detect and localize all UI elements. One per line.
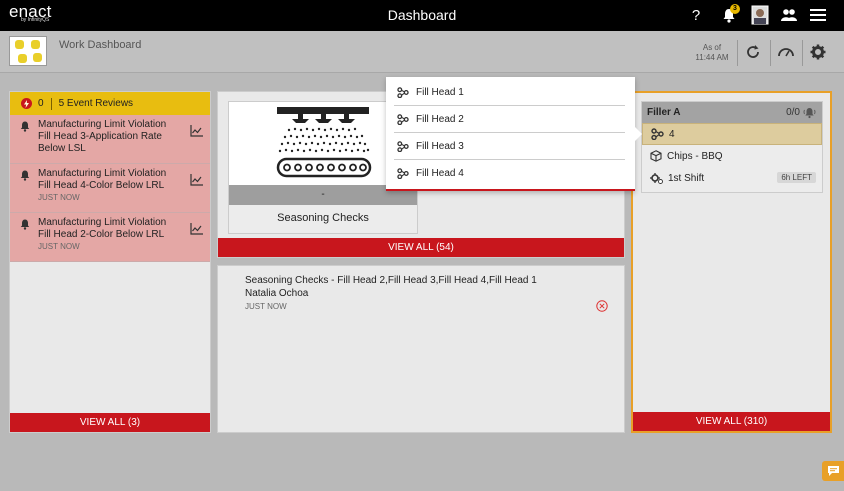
as-of-label: As of — [702, 43, 722, 52]
divider — [802, 40, 803, 66]
event-item[interactable]: Manufacturing Limit Violation Fill Head … — [10, 164, 210, 213]
chart-line-icon[interactable] — [190, 174, 204, 190]
users-group-icon[interactable] — [779, 5, 799, 25]
bell-icon — [20, 170, 30, 185]
event-title: Manufacturing Limit Violation — [38, 168, 167, 179]
filler-part-label: Chips - BBQ — [667, 150, 723, 162]
divider — [770, 40, 771, 66]
settings-gear-icon[interactable] — [810, 44, 828, 62]
events-view-all-button[interactable]: VIEW ALL (3) — [10, 413, 210, 432]
speedometer-icon[interactable] — [777, 44, 795, 62]
event-time: JUST NOW — [38, 193, 80, 202]
message-title: Seasoning Checks - Fill Head 2,Fill Head… — [245, 275, 537, 286]
checks-view-all-button[interactable]: VIEW ALL (54) — [218, 238, 624, 257]
chart-line-icon[interactable] — [190, 223, 204, 239]
filler-panel: Filler A 0/0 4 Chips - BBQ 1st Shift 6h … — [631, 91, 832, 433]
app-title: Dashboard — [387, 7, 457, 23]
event-title: Manufacturing Limit Violation — [38, 217, 167, 228]
event-characteristic: Fill Head 3-Application Rate — [38, 131, 162, 142]
process-icon — [397, 168, 409, 179]
dashboard-title: Work Dashboard — [59, 39, 142, 51]
dropdown-item-fill-head-3[interactable]: Fill Head 3 — [394, 133, 625, 160]
dropdown-item-fill-head-1[interactable]: Fill Head 1 — [394, 79, 625, 106]
chart-line-icon[interactable] — [190, 125, 204, 141]
event-characteristic: Fill Head 4-Color — [38, 180, 114, 191]
divider — [737, 40, 738, 66]
event-detail: Fill Head 4-Color Below LRL — [38, 180, 210, 192]
shift-gear-icon — [650, 173, 663, 184]
events-header[interactable]: 0 5 Event Reviews — [10, 92, 210, 115]
filler-shift-label: 1st Shift — [668, 172, 705, 184]
event-title: Manufacturing Limit Violation — [38, 119, 167, 130]
help-icon[interactable]: ? — [686, 5, 706, 25]
filler-part-row[interactable]: Chips - BBQ — [642, 145, 822, 167]
event-item[interactable]: Manufacturing Limit Violation Fill Head … — [10, 115, 210, 164]
event-violation: Below LSL — [38, 143, 86, 154]
dashboard-thumbnail[interactable] — [9, 36, 47, 66]
dropdown-item-label: Fill Head 3 — [416, 140, 464, 152]
event-item[interactable]: Manufacturing Limit Violation Fill Head … — [10, 213, 210, 262]
filler-header: Filler A 0/0 — [642, 102, 822, 123]
filler-shift-row[interactable]: 1st Shift 6h LEFT — [642, 167, 822, 189]
notification-count-badge: 3 — [730, 4, 740, 14]
message-item[interactable]: Seasoning Checks - Fill Head 2,Fill Head… — [245, 274, 537, 313]
process-icon — [651, 128, 664, 140]
event-reviews-label: 5 Event Reviews — [58, 98, 134, 109]
message-author: Natalia Ochoa — [245, 288, 309, 299]
chat-bubble-icon[interactable] — [822, 461, 844, 481]
divider — [50, 97, 52, 110]
dropdown-item-fill-head-4[interactable]: Fill Head 4 — [394, 160, 625, 187]
bell-icon — [20, 219, 30, 234]
events-panel: 0 5 Event Reviews Manufacturing Limit Vi… — [9, 91, 211, 433]
event-characteristic: Fill Head 2-Color — [38, 229, 114, 240]
box-icon — [650, 150, 662, 162]
filler-name: Filler A — [647, 107, 681, 118]
alarm-count: 0 — [38, 98, 44, 109]
event-detail: Fill Head 2-Color Below LRL — [38, 229, 210, 241]
filler-view-all-button[interactable]: VIEW ALL (310) — [633, 412, 830, 431]
filler-card[interactable]: Filler A 0/0 4 Chips - BBQ 1st Shift 6h … — [641, 101, 823, 193]
filler-process-row[interactable]: 4 — [642, 123, 822, 145]
filler-count: 0/0 — [786, 107, 800, 118]
card-label: Seasoning Checks — [277, 212, 369, 224]
time-left-badge: 6h LEFT — [777, 172, 816, 183]
refresh-icon[interactable] — [745, 44, 763, 62]
messages-panel: Seasoning Checks - Fill Head 2,Fill Head… — [217, 265, 625, 433]
alarm-bolt-icon — [21, 98, 32, 109]
filler-alarm-count: 0/0 — [786, 107, 816, 119]
message-time: JUST NOW — [245, 302, 287, 311]
hamburger-menu-icon[interactable] — [808, 5, 828, 25]
as-of-timestamp: As of 11:44 AM — [688, 43, 736, 63]
filler-process-label: 4 — [669, 128, 675, 140]
event-violation: Below LRL — [113, 229, 165, 240]
top-bar: enact by InfinityQS Dashboard ? 3 — [0, 0, 844, 31]
process-icon — [397, 86, 409, 98]
dashboard-subheader: Work Dashboard As of 11:44 AM — [0, 31, 844, 73]
process-icon — [397, 113, 409, 125]
bell-icon — [20, 121, 30, 136]
process-icon — [397, 140, 409, 152]
event-detail: Fill Head 3-Application Rate — [38, 131, 210, 143]
dropdown-item-label: Fill Head 1 — [416, 86, 464, 98]
dropdown-item-label: Fill Head 2 — [416, 113, 464, 125]
event-violation: Below LRL — [113, 180, 165, 191]
dismiss-circle-x-icon[interactable] — [596, 300, 608, 315]
fill-head-dropdown: Fill Head 1 Fill Head 2 Fill Head 3 Fill… — [386, 77, 642, 191]
notifications-bell-icon[interactable]: 3 — [719, 4, 740, 25]
event-time: JUST NOW — [38, 242, 80, 251]
user-avatar[interactable] — [750, 5, 770, 25]
as-of-time: 11:44 AM — [695, 53, 729, 62]
dropdown-item-label: Fill Head 4 — [416, 168, 464, 179]
dropdown-item-fill-head-2[interactable]: Fill Head 2 — [394, 106, 625, 133]
alarm-bell-icon — [803, 107, 816, 118]
